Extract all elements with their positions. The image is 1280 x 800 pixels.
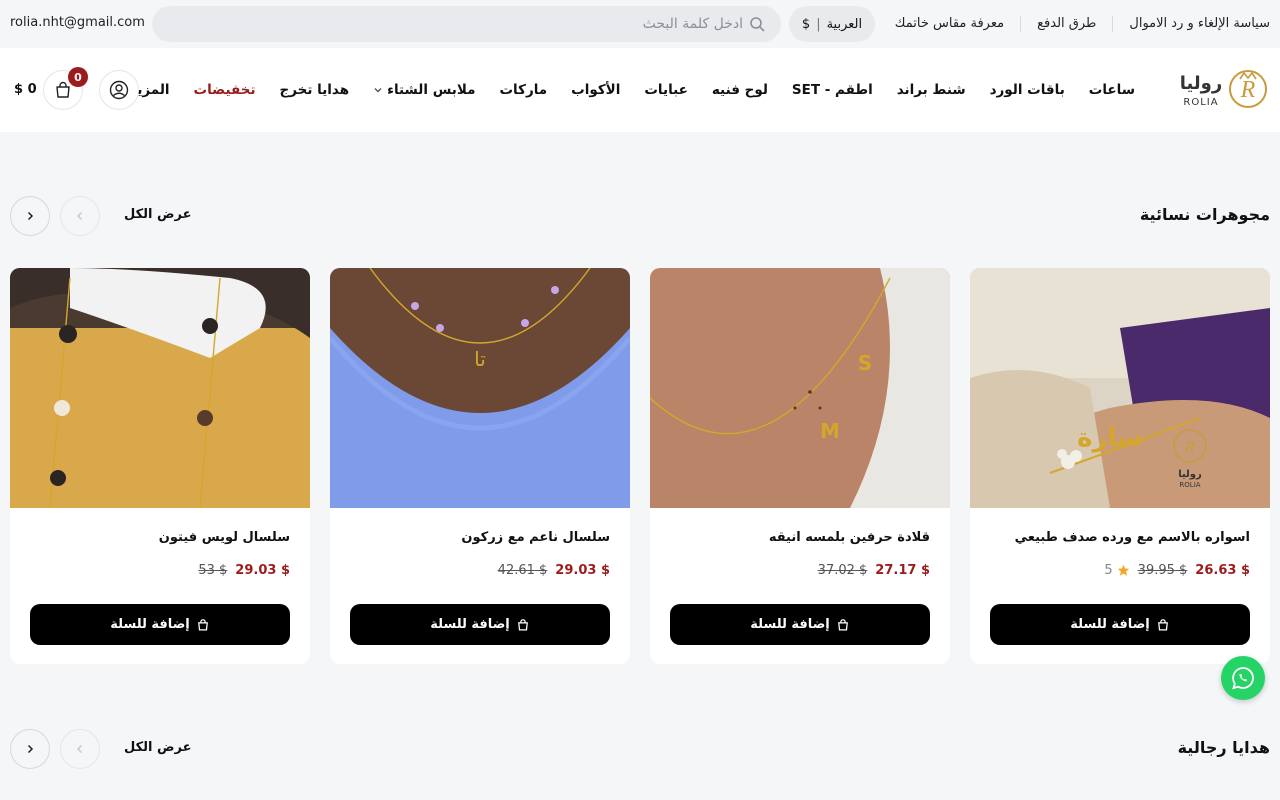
shopping-bag-icon (517, 618, 528, 631)
carousel-prev-button[interactable] (60, 729, 100, 769)
nav-item-art-boards[interactable]: لوح فنيه (712, 82, 768, 98)
language-currency-selector[interactable]: العربية | $ (789, 6, 875, 42)
watermark-logo-english: ROLIA (1179, 481, 1200, 489)
add-to-cart-label: إضافة للسلة (750, 617, 830, 632)
nav-item-winter-clothes[interactable]: ملابس الشتاء (373, 82, 475, 98)
necklace-letter-s: S (858, 351, 872, 375)
product-old-price: $ 53 (198, 563, 228, 578)
product-card[interactable]: تا سلسال ناعم مع زركون $ 29.03 $ 42.61 إ… (330, 268, 630, 664)
search-input[interactable] (189, 16, 749, 32)
svg-text:R: R (1240, 77, 1256, 103)
nav-item-graduation-gifts[interactable]: هدايا تخرج (280, 82, 350, 98)
product-card[interactable]: سلسال لويس فيتون $ 29.03 $ 53 إضافة للسل… (10, 268, 310, 664)
shopping-bag-icon (837, 618, 848, 631)
whatsapp-icon (1232, 667, 1254, 690)
section-title-womens-jewelry: مجوهرات نسائية (1139, 205, 1270, 224)
cart-button[interactable]: 0 (43, 67, 88, 110)
rating-value: 5 (1104, 563, 1113, 578)
nav-item-abayas[interactable]: عبايات (644, 82, 688, 98)
necklace-letters: تا (474, 347, 486, 371)
whatsapp-chat-button[interactable] (1221, 656, 1265, 700)
product-prices: $ 27.17 $ 37.02 (818, 563, 930, 578)
cart-total: $ 0 (14, 82, 37, 97)
add-to-cart-button[interactable]: إضافة للسلة (30, 604, 290, 645)
chevron-down-icon (374, 88, 382, 93)
product-old-price: $ 42.61 (497, 563, 548, 578)
main-nav: ساعات باقات الورد شنط براند اطقم - SET ل… (116, 48, 1135, 132)
product-prices: $ 26.63 $ 39.95 5 (1104, 563, 1250, 578)
currency-label: $ (801, 16, 811, 32)
add-to-cart-label: إضافة للسلة (430, 617, 510, 632)
top-bar: rolia.nht@gmail.com العربية | $ سياسة ال… (0, 0, 1280, 48)
nav-item-watches[interactable]: ساعات (1089, 82, 1135, 98)
chevron-left-icon (76, 211, 83, 221)
nav-item-sale[interactable]: تخفيضات (194, 82, 256, 98)
svg-text:R: R (1184, 439, 1195, 456)
carousel-prev-button[interactable] (60, 196, 100, 236)
view-all-link[interactable]: عرض الكل (124, 740, 191, 755)
chevron-right-icon (27, 744, 34, 754)
star-icon (1117, 564, 1129, 576)
product-image-lv-necklace[interactable] (10, 268, 310, 508)
nav-item-flower-bouquets[interactable]: باقات الورد (990, 82, 1065, 98)
site-logo[interactable]: R روليا ROLIA (1174, 65, 1268, 113)
product-image-letter-necklace[interactable]: S M (650, 268, 950, 508)
nav-item-sets[interactable]: اطقم - SET (792, 82, 873, 98)
nav-item-brands[interactable]: ماركات (499, 82, 547, 98)
cart-count-badge: 0 (68, 67, 88, 87)
watermark-logo-arabic: روليا (1178, 469, 1202, 480)
product-image-bracelet[interactable]: سارة R روليا ROLIA (970, 268, 1270, 508)
product-title[interactable]: اسواره بالاسم مع ورده صدف طبيعي (1015, 530, 1250, 545)
link-payment-methods[interactable]: طرق الدفع (1020, 16, 1112, 32)
shopping-bag-icon (197, 618, 208, 631)
main-header: R روليا ROLIA ساعات باقات الورد شنط بران… (0, 48, 1280, 132)
chevron-left-icon (76, 744, 83, 754)
add-to-cart-button[interactable]: إضافة للسلة (670, 604, 930, 645)
product-card[interactable]: سارة R روليا ROLIA اسواره بالاسم مع ورده… (970, 268, 1270, 664)
product-price: $ 29.03 (555, 563, 610, 578)
product-image-zircon-necklace[interactable]: تا (330, 268, 630, 508)
carousel-next-button[interactable] (10, 729, 50, 769)
product-old-price: $ 37.02 (817, 563, 868, 578)
language-label: العربية (826, 16, 863, 32)
search-icon[interactable] (749, 16, 765, 32)
view-all-link[interactable]: عرض الكل (124, 207, 191, 222)
product-card[interactable]: S M قلادة حرفين بلمسه انيقه $ 27.17 $ 37… (650, 268, 950, 664)
product-old-price: $ 39.95 (1137, 563, 1188, 578)
product-title[interactable]: قلادة حرفين بلمسه انيقه (769, 530, 930, 545)
product-title[interactable]: سلسال لويس فيتون (159, 530, 290, 545)
nav-item-cups[interactable]: الأكواب (571, 82, 620, 98)
account-button[interactable] (99, 70, 139, 110)
contact-email[interactable]: rolia.nht@gmail.com (10, 15, 145, 30)
link-refund-policy[interactable]: سياسة الإلغاء و رد الاموال (1112, 16, 1270, 32)
add-to-cart-button[interactable]: إضافة للسلة (350, 604, 610, 645)
add-to-cart-label: إضافة للسلة (1070, 617, 1150, 632)
link-ring-size[interactable]: معرفة مقاس خاتمك (879, 16, 1020, 32)
section-title-mens-gifts: هدايا رجالية (1177, 738, 1270, 757)
bracelet-name-text: سارة (1077, 423, 1143, 453)
top-links: سياسة الإلغاء و رد الاموال طرق الدفع معر… (879, 0, 1270, 48)
logo-arabic: روليا (1180, 73, 1222, 94)
product-title[interactable]: سلسال ناعم مع زركون (461, 530, 610, 545)
user-icon (109, 80, 129, 100)
divider: | (816, 16, 821, 32)
product-prices: $ 29.03 $ 53 (198, 563, 290, 578)
logo-english: ROLIA (1183, 97, 1218, 108)
search-bar[interactable] (152, 6, 781, 42)
necklace-letter-m: M (820, 419, 840, 443)
add-to-cart-label: إضافة للسلة (110, 617, 190, 632)
nav-item-brand-bags[interactable]: شنط براند (897, 82, 966, 98)
product-prices: $ 29.03 $ 42.61 (498, 563, 610, 578)
product-rating: 5 (1104, 563, 1129, 578)
product-price: $ 29.03 (235, 563, 290, 578)
nav-item-winter-clothes-label: ملابس الشتاء (387, 82, 476, 98)
product-price: $ 27.17 (875, 563, 930, 578)
add-to-cart-button[interactable]: إضافة للسلة (990, 604, 1250, 645)
product-price: $ 26.63 (1195, 563, 1250, 578)
chevron-right-icon (27, 211, 34, 221)
shopping-bag-icon (1157, 618, 1168, 631)
carousel-next-button[interactable] (10, 196, 50, 236)
